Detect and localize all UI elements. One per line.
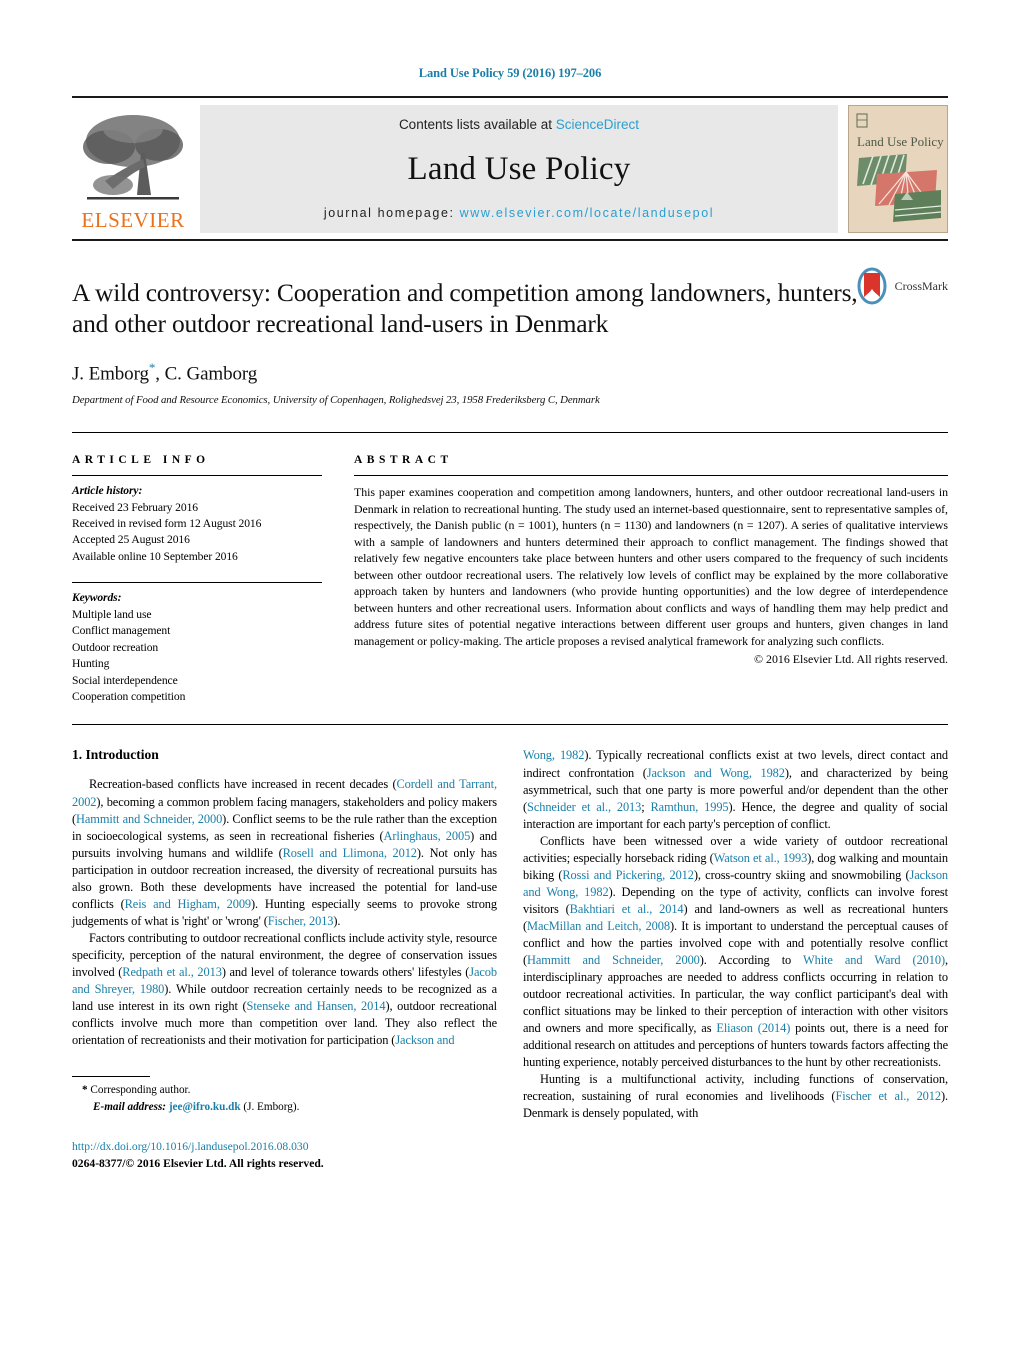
footnote-block: * Corresponding author. E-mail address: … xyxy=(72,1076,497,1115)
corresponding-author-note: * Corresponding author. E-mail address: … xyxy=(72,1082,497,1115)
journal-homepage-line: journal homepage: www.elsevier.com/locat… xyxy=(324,206,714,220)
keyword-item: Outdoor recreation xyxy=(72,640,159,654)
footnote-rule xyxy=(72,1076,150,1078)
history-item: Available online 10 September 2016 xyxy=(72,549,238,563)
keyword-item: Cooperation competition xyxy=(72,690,186,704)
keywords-group: Keywords: Multiple land use Conflict man… xyxy=(72,582,322,705)
article-info-column: ARTICLE INFO Article history: Received 2… xyxy=(72,454,322,705)
email-suffix: (J. Emborg). xyxy=(243,1100,300,1113)
body-paragraph: Conflicts have been witnessed over a wid… xyxy=(523,833,949,1070)
elsevier-wordmark: ELSEVIER xyxy=(81,208,185,232)
email-link[interactable]: jee@ifro.ku.dk xyxy=(169,1101,241,1113)
article-page: Land Use Policy 59 (2016) 197–206 ELSEVI… xyxy=(0,0,1020,1351)
journal-title: Land Use Policy xyxy=(407,150,631,187)
page-title: A wild controversy: Cooperation and comp… xyxy=(72,278,858,339)
title-block: A wild controversy: Cooperation and comp… xyxy=(72,241,948,406)
keywords-label: Keywords: xyxy=(72,591,122,605)
issn-copyright: 0264-8377/© 2016 Elsevier Ltd. All right… xyxy=(72,1156,324,1170)
keyword-item: Conflict management xyxy=(72,624,171,638)
keyword-item: Hunting xyxy=(72,657,110,671)
doi-footer: http://dx.doi.org/10.1016/j.landusepol.2… xyxy=(72,1139,497,1171)
journal-cover-thumbnail[interactable]: Land Use Policy xyxy=(848,105,948,233)
cover-artwork: Land Use Policy xyxy=(849,106,947,232)
abstract-heading: ABSTRACT xyxy=(354,454,453,467)
abstract-column: ABSTRACT This paper examines cooperation… xyxy=(354,454,948,705)
crossmark-badge[interactable]: CrossMark xyxy=(853,267,948,305)
keyword-item: Social interdependence xyxy=(72,673,178,687)
running-head: Land Use Policy 59 (2016) 197–206 xyxy=(418,66,602,80)
contents-prefix: Contents lists available at xyxy=(398,117,556,132)
journal-homepage-link[interactable]: www.elsevier.com/locate/landusepol xyxy=(460,206,715,220)
section-heading-introduction: 1. Introduction xyxy=(72,747,159,763)
svg-text:Land Use Policy: Land Use Policy xyxy=(857,134,944,149)
elsevier-logo: ELSEVIER xyxy=(72,105,194,233)
history-item: Received in revised form 12 August 2016 xyxy=(72,516,262,530)
crossmark-label: CrossMark xyxy=(894,278,948,293)
article-history-group: Article history: Received 23 February 20… xyxy=(72,476,322,565)
body-column-right: Wong, 1982). Typically recreational conf… xyxy=(523,747,948,1171)
elsevier-tree-icon xyxy=(83,115,183,200)
doi-link[interactable]: http://dx.doi.org/10.1016/j.landusepol.2… xyxy=(72,1139,497,1155)
contents-lists-line: Contents lists available at ScienceDirec… xyxy=(399,117,639,132)
author-affiliation: Department of Food and Resource Economic… xyxy=(72,394,600,407)
history-item: Accepted 25 August 2016 xyxy=(72,533,190,547)
crossmark-icon xyxy=(857,267,887,305)
footnote-star: * xyxy=(82,1084,88,1097)
author-list: J. Emborg*, C. Gamborg xyxy=(72,360,948,385)
body-column-left: 1. Introduction Recreation-based conflic… xyxy=(72,747,497,1171)
body-paragraph: Wong, 1982). Typically recreational conf… xyxy=(523,748,949,831)
sciencedirect-link[interactable]: ScienceDirect xyxy=(556,117,639,132)
author-name-1: J. Emborg xyxy=(72,363,149,385)
history-item: Received 23 February 2016 xyxy=(72,500,198,514)
journal-masthead: ELSEVIER Contents lists available at Sci… xyxy=(72,96,948,241)
abstract-copyright: © 2016 Elsevier Ltd. All rights reserved… xyxy=(754,651,948,666)
footnote-corresponding-text: Corresponding author. xyxy=(90,1084,191,1097)
abstract-text: This paper examines cooperation and comp… xyxy=(354,485,948,648)
journal-band: Contents lists available at ScienceDirec… xyxy=(200,105,838,233)
article-history-label: Article history: xyxy=(72,484,143,498)
homepage-prefix: journal homepage: xyxy=(323,206,460,220)
keyword-item: Multiple land use xyxy=(72,607,152,621)
body-columns: 1. Introduction Recreation-based conflic… xyxy=(72,725,948,1171)
article-info-heading: ARTICLE INFO xyxy=(72,454,210,467)
author-name-rest: , C. Gamborg xyxy=(155,363,258,385)
body-paragraph: Recreation-based conflicts have increase… xyxy=(72,777,497,928)
body-paragraph: Factors contributing to outdoor recreati… xyxy=(72,930,497,1048)
email-label: E-mail address: xyxy=(93,1100,167,1113)
body-paragraph: Hunting is a multifunctional activity, i… xyxy=(523,1072,948,1121)
info-abstract-region: ARTICLE INFO Article history: Received 2… xyxy=(72,433,948,705)
